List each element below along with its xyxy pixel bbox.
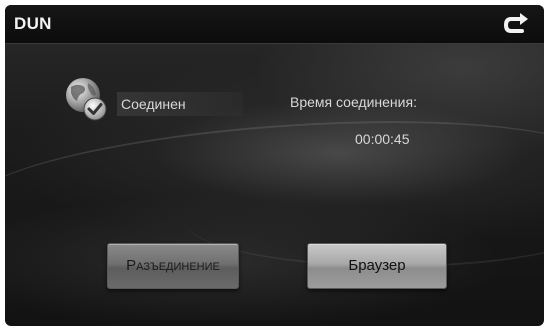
- dun-screen: DUN Соединен Время соединения: 00:00:45 …: [5, 5, 544, 326]
- title-bar: DUN: [5, 5, 544, 44]
- connection-status: Соединен: [117, 92, 243, 116]
- browser-button[interactable]: Браузер: [307, 243, 447, 289]
- disconnect-button[interactable]: Разъединение: [107, 243, 239, 289]
- connection-time-value: 00:00:45: [355, 131, 410, 147]
- page-title: DUN: [14, 14, 52, 33]
- back-arrow-icon[interactable]: [502, 10, 532, 38]
- globe-check-icon: [61, 75, 111, 125]
- connection-time-label: Время соединения:: [290, 94, 417, 110]
